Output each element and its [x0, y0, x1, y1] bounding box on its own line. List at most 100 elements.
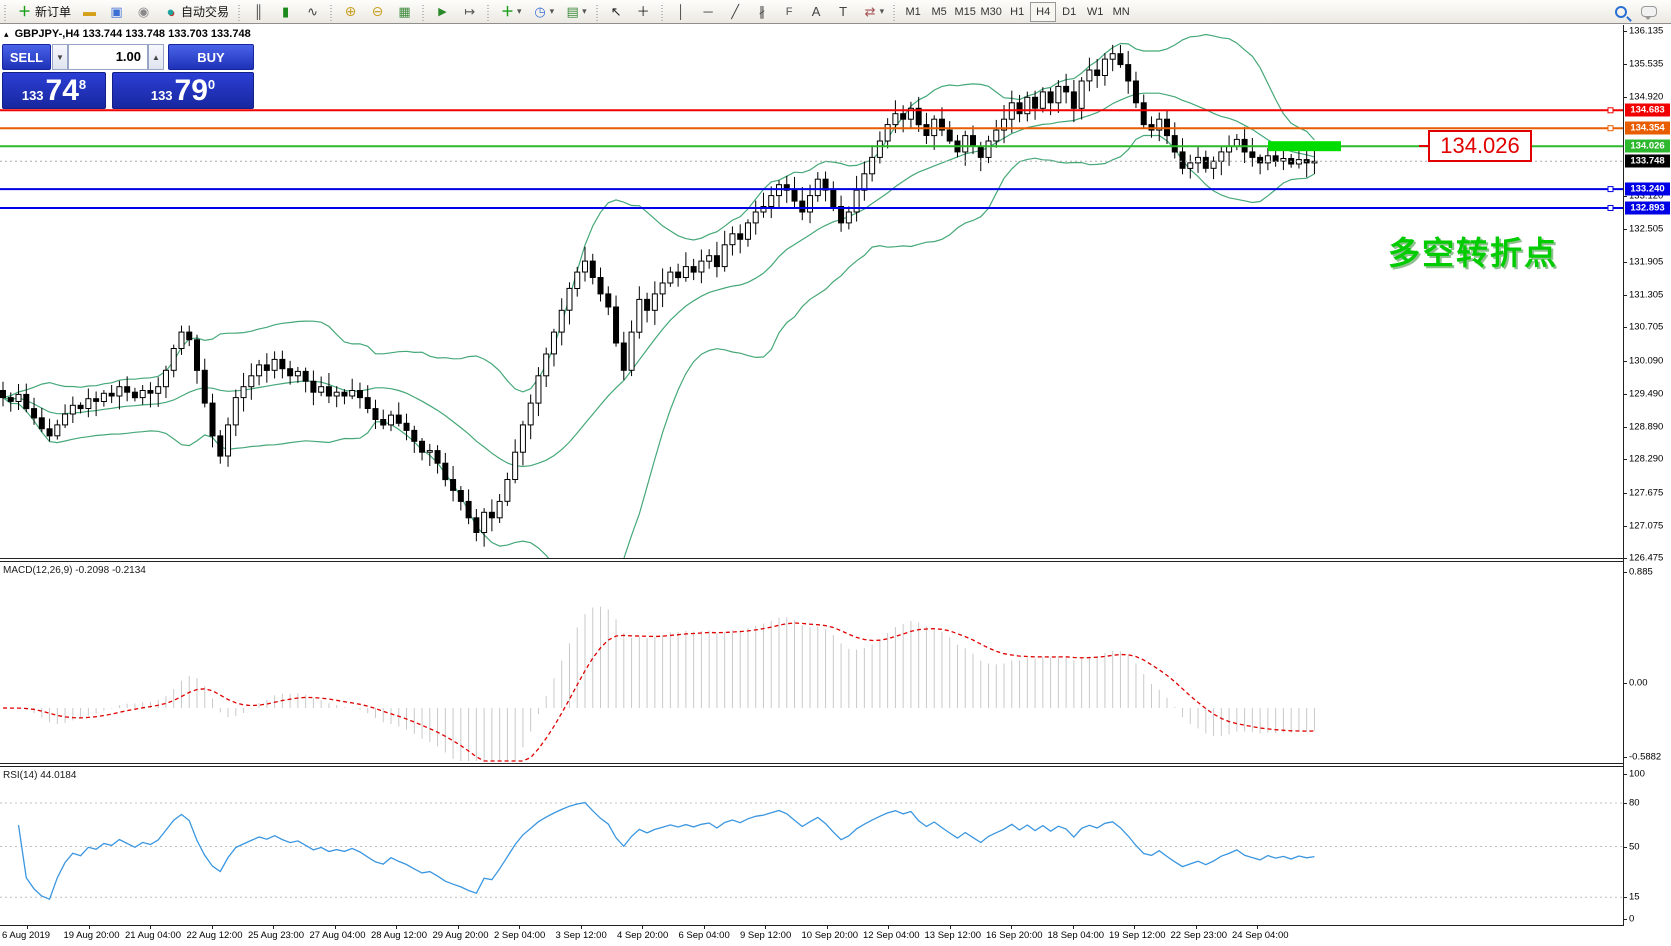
chart-shift-button[interactable] [457, 2, 482, 22]
candle-body [288, 369, 293, 376]
sell-button[interactable]: SELL [2, 44, 51, 70]
crosshair-button[interactable] [631, 2, 656, 22]
zoom-in-button[interactable] [338, 2, 363, 22]
rsi-axis-tick: 15 [1629, 892, 1640, 903]
candle-body [598, 278, 603, 294]
candle-body [1118, 54, 1123, 65]
periods-button[interactable] [528, 2, 559, 22]
new-order-label: 新订单 [35, 3, 71, 20]
toolbar: 新订单 自动交易 M1M5 [0, 0, 1671, 24]
ask-price-display[interactable]: 133 79 0 [112, 72, 254, 109]
candle-body [971, 136, 976, 147]
candle-body [24, 394, 29, 408]
candle-body [691, 267, 696, 273]
turning-point-annotation[interactable]: 多空转折点 [1388, 228, 1558, 274]
time-axis[interactable]: 6 Aug 201919 Aug 20:0021 Aug 04:0022 Aug… [0, 925, 1624, 946]
auto-scroll-button[interactable] [430, 2, 455, 22]
timeframe-button-D1[interactable]: D1 [1056, 2, 1082, 22]
candle-body [86, 399, 91, 409]
buy-button[interactable]: BUY [168, 44, 254, 70]
macd-pane[interactable] [0, 562, 1623, 763]
profiles-icon [81, 3, 98, 20]
text-button[interactable] [804, 2, 829, 22]
timeframe-button-M5[interactable]: M5 [926, 2, 952, 22]
time-axis-tick [150, 926, 151, 929]
timeframe-button-M1[interactable]: M1 [900, 2, 926, 22]
highlight-trend-segment[interactable] [1268, 141, 1341, 151]
timeframe-button-M15[interactable]: M15 [952, 2, 978, 22]
arrows-button[interactable] [858, 2, 889, 22]
search-icon[interactable] [1615, 6, 1627, 18]
axis-tick-mark [1623, 196, 1627, 197]
candle-body [303, 371, 308, 381]
level-line-anchor[interactable] [1608, 206, 1613, 211]
level-line-anchor[interactable] [1608, 126, 1613, 131]
time-axis-label: 4 Sep 20:00 [617, 930, 668, 941]
price-axis-border [1623, 25, 1624, 946]
level-line-anchor[interactable] [1608, 187, 1613, 192]
axis-tick-mark [1623, 774, 1627, 775]
candle-body [295, 371, 300, 375]
autotrading-button[interactable]: 自动交易 [158, 2, 233, 22]
timeframe-button-M30[interactable]: M30 [978, 2, 1004, 22]
candle-body [210, 403, 215, 436]
candle-body [1265, 156, 1270, 163]
volume-input[interactable]: 1.00 [68, 44, 148, 70]
profiles-button[interactable] [77, 2, 102, 22]
time-axis-label: 9 Sep 12:00 [740, 930, 791, 941]
timeframe-button-H1[interactable]: H1 [1004, 2, 1030, 22]
candle-body [722, 245, 727, 267]
horizontal-line-button[interactable] [696, 2, 721, 22]
bar-chart-button[interactable] [246, 2, 271, 22]
candle-body [792, 190, 797, 201]
chat-icon[interactable] [1641, 6, 1657, 17]
time-axis-tick [1011, 926, 1012, 929]
equidistant-channel-button[interactable] [750, 2, 775, 22]
time-axis-tick [581, 926, 582, 929]
tile-windows-button[interactable] [392, 2, 417, 22]
data-window-button[interactable] [104, 2, 129, 22]
candle-body [195, 340, 200, 371]
timeframe-button-W1[interactable]: W1 [1082, 2, 1108, 22]
candle-body [551, 332, 556, 354]
collapse-panel-icon[interactable]: ▴ [4, 29, 9, 39]
timeframe-button-MN[interactable]: MN [1108, 2, 1134, 22]
trendline-button[interactable] [723, 2, 748, 22]
candle-body [16, 394, 21, 401]
candle-body [101, 393, 106, 401]
candle-body [389, 415, 394, 425]
candle-body [257, 365, 262, 376]
cursor-button[interactable] [604, 2, 629, 22]
chart-area[interactable]: 136.135135.535134.920133.120132.505131.9… [0, 25, 1671, 946]
bid-price-display[interactable]: 133 74 8 [2, 72, 106, 109]
price-callout-label[interactable]: 134.026 [1428, 130, 1532, 162]
axis-tick-mark [1623, 683, 1627, 684]
rsi-pane[interactable] [0, 767, 1623, 925]
candle-body [645, 299, 650, 310]
axis-tick-mark [1623, 526, 1627, 527]
zoom-out-button[interactable] [365, 2, 390, 22]
templates-button[interactable] [560, 2, 591, 22]
indicators-button[interactable] [495, 2, 526, 22]
candle-body [241, 387, 246, 398]
candle-body [156, 387, 161, 394]
price-axis-tick: 128.290 [1629, 454, 1663, 465]
volume-increase-button[interactable]: ▲ [148, 44, 164, 70]
text-label-button[interactable] [831, 2, 856, 22]
candle-body [590, 261, 595, 277]
candle-body [846, 212, 851, 223]
candle-body [1040, 92, 1045, 108]
new-order-button[interactable]: 新订单 [12, 2, 75, 22]
level-line-anchor[interactable] [1608, 108, 1613, 113]
signals-button[interactable] [131, 2, 156, 22]
fibonacci-button[interactable] [777, 2, 802, 22]
vertical-line-button[interactable] [669, 2, 694, 22]
candle-body [1110, 54, 1115, 60]
volume-decrease-button[interactable]: ▼ [52, 44, 68, 70]
candlestick-chart-button[interactable] [273, 2, 298, 22]
timeframe-button-H4[interactable]: H4 [1030, 2, 1056, 22]
candle-body [583, 261, 588, 272]
axis-tick-mark [1623, 493, 1627, 494]
candle-body [373, 409, 378, 420]
line-chart-button[interactable] [300, 2, 325, 22]
